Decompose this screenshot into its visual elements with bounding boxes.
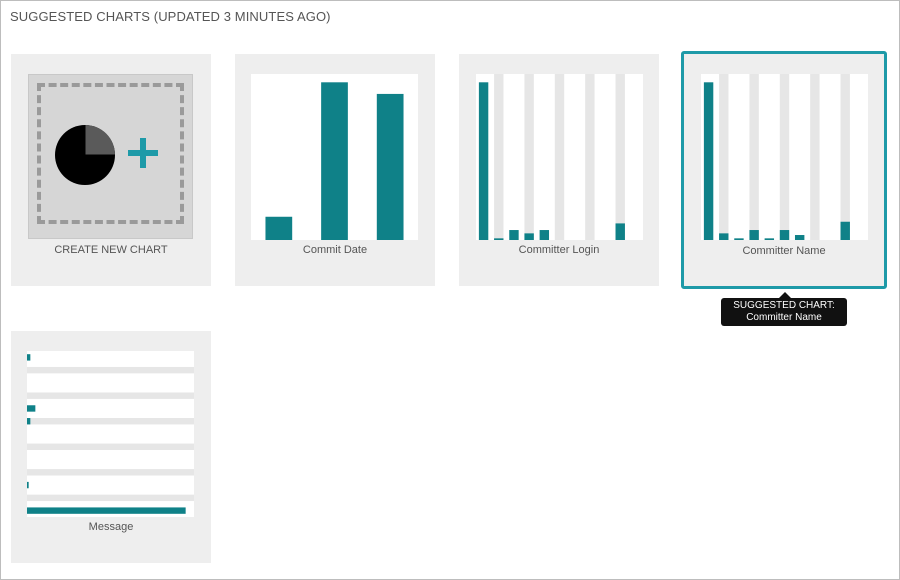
committer-login-bar-chart xyxy=(478,74,625,240)
tooltip-title: SUGGESTED CHART: xyxy=(733,300,835,311)
panel-title: SUGGESTED CHARTS (UPDATED 3 MINUTES AGO) xyxy=(10,9,331,24)
create-new-chart-card[interactable]: CREATE NEW CHART xyxy=(11,54,211,286)
chart-stripe xyxy=(27,418,194,425)
chart-bar xyxy=(539,230,550,240)
chart-bar xyxy=(321,82,348,240)
chart-bar xyxy=(749,230,759,240)
chart-card-committer-name[interactable]: Committer Name xyxy=(681,51,887,289)
chart-stripe xyxy=(585,74,595,240)
card-label: Commit Date xyxy=(302,244,368,256)
chart-stripe xyxy=(494,74,504,240)
chart-stripe xyxy=(524,74,534,240)
chart-bar xyxy=(509,230,519,240)
pie-chart-plus-icon xyxy=(55,125,158,185)
chart-bar xyxy=(376,93,404,240)
chart-stripe xyxy=(27,366,194,374)
chart-thumbnail xyxy=(27,351,194,517)
chart-stripe xyxy=(27,392,194,399)
chart-bar xyxy=(494,238,504,240)
chart-bar xyxy=(478,82,489,240)
chart-stripe xyxy=(27,494,194,502)
chart-card-committer-login[interactable]: Committer Login xyxy=(459,54,659,286)
chart-thumbnail xyxy=(701,74,868,240)
chart-stripe xyxy=(554,74,565,240)
chart-stripe xyxy=(615,74,625,240)
create-chart-thumbnail xyxy=(28,74,193,239)
card-label: Committer Login xyxy=(518,244,600,256)
chart-stripe xyxy=(840,74,850,240)
chart-bar xyxy=(27,418,31,425)
chart-stripe xyxy=(719,74,729,240)
chart-stripe xyxy=(27,469,194,476)
chart-card-message[interactable]: Message xyxy=(11,331,211,563)
chart-bar xyxy=(265,216,293,240)
commit-date-bar-chart xyxy=(265,82,404,240)
chart-bar xyxy=(615,223,625,240)
chart-stripe xyxy=(27,443,194,450)
chart-bar xyxy=(27,405,36,412)
chart-stripe xyxy=(779,74,790,240)
chart-thumbnail xyxy=(476,74,643,240)
chart-stripe xyxy=(810,74,820,240)
message-bar-chart xyxy=(27,354,194,514)
chart-bar xyxy=(779,230,790,240)
chart-bar xyxy=(764,238,775,240)
suggested-chart-tooltip: SUGGESTED CHART: Committer Name xyxy=(721,292,847,326)
chart-bar xyxy=(719,233,729,240)
suggested-charts-panel: SUGGESTED CHARTS (UPDATED 3 MINUTES AGO)… xyxy=(0,0,900,580)
committer-name-bar-chart xyxy=(703,74,850,240)
card-label: CREATE NEW CHART xyxy=(54,244,168,256)
chart-bar xyxy=(703,82,714,240)
tooltip-value: Committer Name xyxy=(746,312,822,323)
chart-bar xyxy=(27,354,31,361)
chart-bar xyxy=(840,221,850,240)
chart-stripe xyxy=(749,74,759,240)
chart-bar xyxy=(27,507,186,514)
chart-card-commit-date[interactable]: Commit Date xyxy=(235,54,435,286)
card-label: Committer Name xyxy=(742,245,826,257)
chart-bar xyxy=(794,235,805,240)
chart-bar xyxy=(27,481,29,489)
card-label: Message xyxy=(88,521,134,533)
chart-bar xyxy=(524,233,534,240)
chart-thumbnail xyxy=(251,74,418,240)
chart-bar xyxy=(734,238,744,240)
